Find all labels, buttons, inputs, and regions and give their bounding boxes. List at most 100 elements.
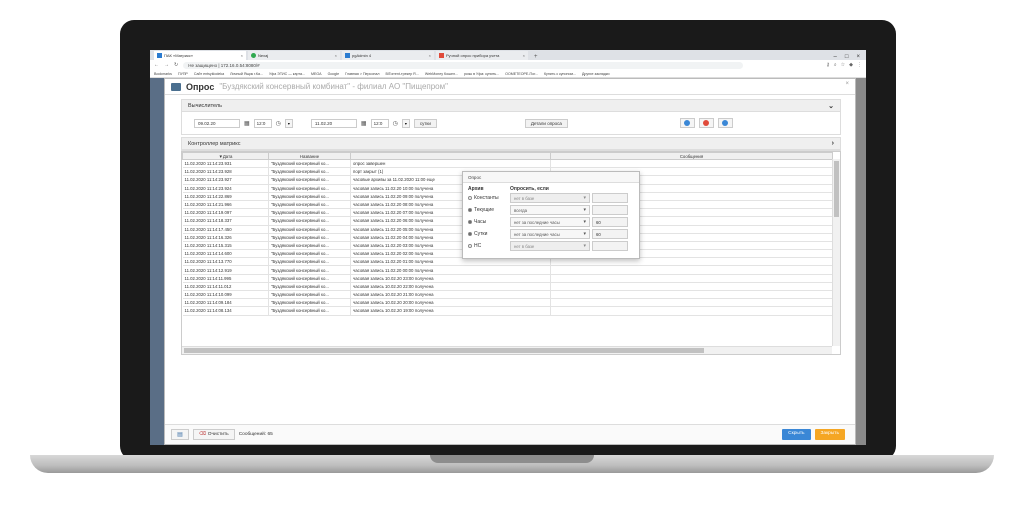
- chevron-right-icon[interactable]: ›: [832, 140, 834, 147]
- table-view-button[interactable]: ▤: [171, 429, 189, 440]
- cell-date: 11.02.2020 11:14:23.924: [182, 184, 269, 193]
- hide-button[interactable]: Скрыть: [782, 429, 811, 440]
- calendar-icon[interactable]: ▦: [244, 120, 250, 127]
- controller-panel-header[interactable]: Контроллер матрикс ›: [182, 138, 840, 150]
- vertical-scrollbar[interactable]: [832, 159, 840, 346]
- time-from-input[interactable]: 12:0: [253, 118, 272, 128]
- close-tab-icon[interactable]: ×: [523, 53, 525, 58]
- browser-tab[interactable]: pgAdmin 4 ×: [342, 51, 434, 60]
- time-from-spin-button[interactable]: ▾: [284, 118, 293, 128]
- minimize-icon[interactable]: –: [834, 54, 837, 60]
- bookmark-item[interactable]: BiTorrent-трекер R...: [385, 72, 418, 76]
- bookmark-item[interactable]: MEGA: [311, 72, 322, 76]
- zoom-icon[interactable]: ⌕: [834, 62, 837, 68]
- close-button[interactable]: Закрыть: [814, 429, 845, 440]
- calendar-icon[interactable]: ▦: [361, 120, 367, 127]
- key-icon[interactable]: ⚷: [826, 62, 830, 68]
- extension-icon[interactable]: ◆: [849, 62, 853, 68]
- condition-select[interactable]: нет за последние часы: [510, 229, 590, 239]
- clock-icon[interactable]: ◷: [276, 120, 281, 127]
- bookmark-item[interactable]: Уфа ЭТИС — карта...: [269, 72, 305, 76]
- maximize-icon[interactable]: □: [845, 54, 849, 60]
- cell-name: "Буздякский консервный ко...: [268, 159, 351, 169]
- table-row[interactable]: 11.02.2020 11:14:10.099 "Буздякский консе…: [182, 290, 833, 300]
- cell-message: часовая запись 10.02.20 22:00 получена: [350, 282, 551, 292]
- time-to-input[interactable]: 12:0: [370, 118, 389, 128]
- forward-icon[interactable]: →: [164, 62, 169, 68]
- archive-checkbox[interactable]: [468, 220, 472, 224]
- reload-icon[interactable]: ↻: [174, 62, 178, 68]
- bookmark-item[interactable]: Личный Ящик г.Ка...: [230, 72, 263, 76]
- close-tab-icon[interactable]: ×: [335, 53, 337, 58]
- condition-select[interactable]: нет за последние часы: [510, 217, 590, 227]
- scrollbar-thumb[interactable]: [834, 161, 839, 217]
- hours-input[interactable]: [592, 205, 628, 215]
- bookmark-item[interactable]: WebMoney Кошел...: [425, 72, 458, 76]
- close-window-icon[interactable]: ×: [856, 54, 860, 60]
- bookmarks-bar: Bookmarks ПУПР Сайт entsyklodeka Личный …: [150, 70, 866, 78]
- cell-date: 11.02.2020 11:14:13.770: [182, 257, 269, 267]
- bookmark-item[interactable]: ПУПР: [178, 72, 188, 76]
- hours-input[interactable]: 60: [592, 217, 628, 227]
- horizontal-scrollbar[interactable]: [182, 346, 832, 354]
- screen: ПАК «Матрикс» × Nexaj × pgAdmin 4 × Ручн…: [150, 50, 866, 445]
- date-to-input[interactable]: 11.02.20: [310, 118, 357, 128]
- url-input[interactable]: Не защищено | 172.16.0.54:8080/#: [183, 61, 744, 69]
- archive-checkbox[interactable]: [468, 244, 472, 248]
- back-icon[interactable]: ←: [154, 62, 159, 68]
- date-from-input[interactable]: 09.02.20: [194, 118, 240, 128]
- archive-checkbox[interactable]: [468, 232, 472, 236]
- calculator-panel-header[interactable]: Вычислитель ⌄: [182, 100, 840, 112]
- bookmark-item[interactable]: Купить с купоном...: [544, 72, 576, 76]
- hours-input[interactable]: 60: [592, 229, 628, 239]
- cell-date: 11.02.2020 11:14:10.099: [182, 290, 269, 300]
- bookmark-item[interactable]: Google: [328, 72, 340, 76]
- menu-icon[interactable]: ⋮: [857, 62, 862, 68]
- browser-tab[interactable]: ПАК «Матрикс» ×: [154, 51, 246, 60]
- poll-details-button[interactable]: Детали опроса: [524, 118, 568, 128]
- bookmark-item[interactable]: Другие закладки: [582, 72, 610, 76]
- table-row[interactable]: 11.02.2020 11:14:09.184 "Буздякский консе…: [182, 298, 833, 308]
- archive-checkbox[interactable]: [468, 208, 472, 212]
- close-tab-icon[interactable]: ×: [429, 53, 431, 58]
- browser-tab[interactable]: Ручной опрос прибора учета ×: [436, 51, 528, 60]
- table-row[interactable]: 11.02.2020 11:14:11.012 "Буздякский консе…: [182, 282, 833, 292]
- column-header-date[interactable]: ▼Дата: [182, 152, 269, 160]
- close-icon[interactable]: ×: [845, 81, 849, 87]
- condition-select[interactable]: нет в базе: [510, 241, 590, 251]
- download-button[interactable]: [717, 118, 733, 128]
- download-icon: [722, 120, 729, 126]
- table-row[interactable]: 11.02.2020 11:14:23.931 "Буздякский консе…: [182, 159, 833, 169]
- bookmark-item[interactable]: Главная > Персонал: [345, 72, 379, 76]
- column-header-messages[interactable]: Сообщения: [550, 152, 833, 160]
- bookmark-item[interactable]: Bookmarks: [154, 72, 172, 76]
- bookmark-item[interactable]: ООМЕТЕОРЕ-Пог...: [505, 72, 538, 76]
- column-header-blank[interactable]: [350, 152, 551, 160]
- time-to-spin-button[interactable]: ▾: [401, 118, 410, 128]
- star-icon[interactable]: ☆: [841, 62, 845, 68]
- column-header-name[interactable]: Название: [268, 152, 351, 160]
- scrollbar-thumb[interactable]: [184, 348, 704, 353]
- archive-checkbox[interactable]: [468, 196, 472, 200]
- table-row[interactable]: 11.02.2020 11:14:11.995 "Буздякский консе…: [182, 274, 833, 283]
- table-row[interactable]: 11.02.2020 11:14:12.919 "Буздякский консе…: [182, 265, 833, 275]
- browser-tab[interactable]: Nexaj ×: [248, 51, 340, 60]
- condition-select[interactable]: всегда: [510, 205, 590, 215]
- chevron-down-icon[interactable]: ⌄: [828, 102, 834, 110]
- days-button[interactable]: сутки: [413, 118, 437, 128]
- bookmark-item[interactable]: розы в Уфа: купить...: [464, 72, 499, 76]
- start-poll-button[interactable]: [679, 118, 695, 128]
- condition-select[interactable]: нет в базе: [510, 193, 590, 203]
- archive-row: Часы нет за последние часы60: [463, 216, 639, 228]
- hours-input[interactable]: [592, 241, 628, 251]
- close-tab-icon[interactable]: ×: [241, 53, 243, 58]
- clear-button[interactable]: ⌫ Очистить: [193, 429, 235, 440]
- hours-input[interactable]: [592, 193, 628, 203]
- archive-label: НС: [474, 243, 482, 249]
- clock-icon[interactable]: ◷: [393, 120, 398, 127]
- bookmark-item[interactable]: Сайт entsyklodeka: [194, 72, 224, 76]
- new-tab-button[interactable]: +: [530, 54, 542, 60]
- play-icon: [684, 120, 691, 126]
- table-row[interactable]: 11.02.2020 11:14:08.134 "Буздякский консе…: [182, 306, 833, 316]
- stop-poll-button[interactable]: [698, 118, 714, 128]
